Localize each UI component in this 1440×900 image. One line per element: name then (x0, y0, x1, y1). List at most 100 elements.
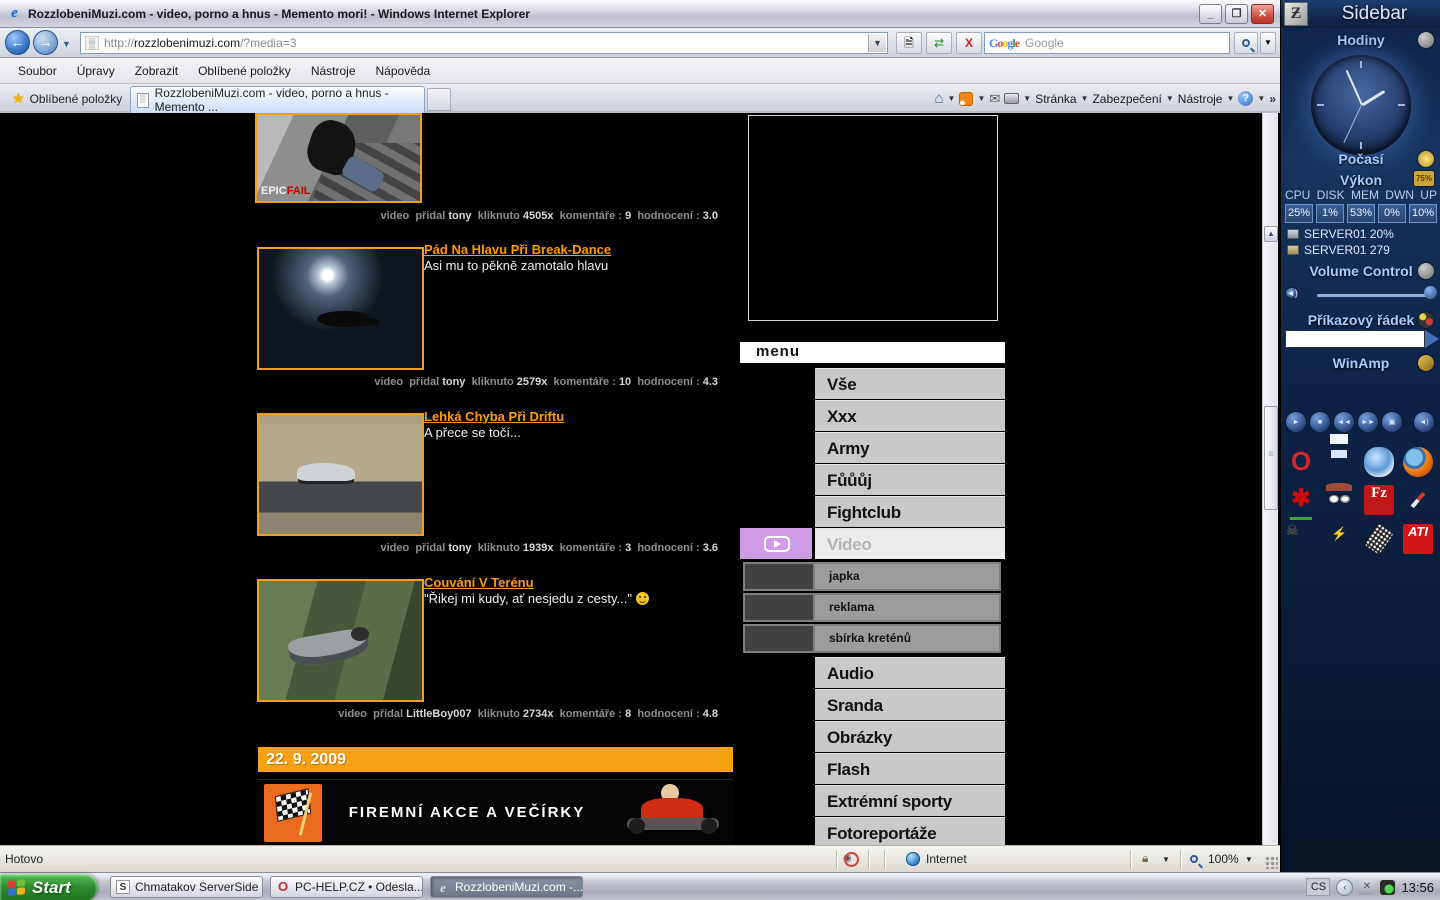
volume-track[interactable] (1317, 294, 1435, 297)
ad-banner[interactable]: FIREMNÍ AKCE A VEČÍRKY (258, 779, 733, 845)
volume-thumb[interactable] (1424, 286, 1437, 299)
resize-grip[interactable] (1265, 856, 1278, 869)
menu-item-fuuuj[interactable]: Fůůůj (815, 464, 1005, 495)
protected-mode-icon[interactable]: 🔒︎ (1142, 851, 1148, 866)
menu-item-audio[interactable]: Audio (815, 657, 1005, 688)
menu-item-xxx[interactable]: Xxx (815, 400, 1005, 431)
submenu-item-reklama[interactable]: reklama (743, 593, 1001, 622)
rss-icon[interactable] (959, 92, 973, 106)
volume-slider[interactable]: ◄) (1285, 283, 1437, 307)
volume-button[interactable]: ◄) (1413, 411, 1435, 433)
clock-gadget-icon[interactable] (1418, 32, 1434, 48)
start-button[interactable]: Start (0, 874, 97, 900)
run-command-icon[interactable] (1425, 330, 1439, 348)
menu-item-vse[interactable]: Vše (815, 368, 1005, 399)
menu-item-video-active[interactable]: Video (815, 528, 1005, 559)
taskbar-clock[interactable]: 13:56 (1401, 880, 1434, 895)
compatibility-view-button[interactable]: 🗎 (896, 32, 922, 54)
weather-sun-icon[interactable] (1418, 151, 1434, 167)
play-button[interactable]: ► (1285, 411, 1307, 433)
print-icon[interactable] (1004, 93, 1019, 104)
tray-app-icon[interactable]: ✕ (1359, 880, 1374, 895)
tab-active[interactable]: ▒ RozzlobeniMuzi.com - video, porno a hn… (130, 86, 425, 113)
menu-soubor[interactable]: Soubor (8, 60, 67, 82)
scrollbar-thumb[interactable] (1264, 406, 1278, 510)
video-title-link[interactable]: Couvání V Terénu (424, 575, 534, 590)
menu-napoveda[interactable]: Nápověda (366, 60, 441, 82)
next-track-button[interactable]: ►► (1357, 411, 1379, 433)
protected-mode-dropdown-icon[interactable]: ▼ (1162, 855, 1170, 864)
forward-button[interactable]: → (33, 30, 58, 55)
mute-button[interactable]: ◄) (1285, 287, 1299, 299)
taskbar-task-rozzlobenimuzi[interactable]: e RozzlobeniMuzi.com -... (430, 876, 583, 898)
minimize-button[interactable]: _ (1199, 4, 1222, 24)
search-options-dropdown-icon[interactable]: ▼ (1260, 32, 1276, 54)
red-lizard-icon[interactable]: ✱ (1286, 485, 1316, 515)
address-dropdown-icon[interactable]: ▼ (868, 34, 886, 52)
previous-track-button[interactable]: ◄◄ (1333, 411, 1355, 433)
zoom-level[interactable]: 100% (1208, 852, 1239, 866)
refresh-button[interactable]: ⇄ (926, 32, 952, 54)
menu-item-flash[interactable]: Flash (815, 753, 1005, 784)
language-indicator[interactable]: CS (1306, 878, 1330, 896)
opera-icon[interactable]: O (1286, 447, 1316, 477)
favorites-button[interactable]: ★ Oblíbené položky (4, 87, 130, 110)
menu-item-extremni-sporty[interactable]: Extrémní sporty (815, 785, 1005, 816)
firefox-icon[interactable] (1403, 447, 1433, 477)
analog-clock[interactable] (1311, 55, 1411, 155)
page-menu-button[interactable]: Stránka (1035, 92, 1076, 106)
tools-menu-button[interactable]: Nástroje (1178, 92, 1223, 106)
filezilla-icon[interactable]: Fz (1364, 485, 1394, 515)
new-tab-button[interactable] (427, 88, 451, 111)
security-menu-button[interactable]: Zabezpečení (1092, 92, 1161, 106)
menu-oblibene-polozky[interactable]: Oblíbené položky (188, 60, 301, 82)
search-input[interactable]: Google Google (984, 32, 1230, 54)
usb-stick-icon[interactable] (1364, 523, 1394, 555)
zoom-icon[interactable] (1190, 852, 1198, 866)
stop-playback-button[interactable]: ■ (1309, 411, 1331, 433)
command-line-input[interactable] (1285, 330, 1425, 348)
privacy-blocked-icon[interactable] (843, 852, 859, 865)
stop-button[interactable]: X (956, 32, 982, 54)
winamp-icon[interactable] (1418, 355, 1434, 371)
zoom-dropdown-icon[interactable]: ▼ (1245, 855, 1253, 864)
close-button[interactable]: ✕ (1251, 4, 1274, 24)
taskbar-task-pchelp[interactable]: O PC-HELP.CZ • Odesla... (270, 876, 423, 898)
print-dropdown-icon[interactable]: ▼ (1023, 94, 1031, 103)
tray-chevron-icon[interactable]: ‹ (1336, 879, 1353, 896)
mail-icon[interactable]: ✉ (989, 91, 1000, 107)
menu-item-fightclub[interactable]: Fightclub (815, 496, 1005, 527)
submenu-item-sbirka-kretenu[interactable]: sbírka kreténů (743, 624, 1001, 653)
menu-zobrazit[interactable]: Zobrazit (125, 60, 188, 82)
menu-item-sranda[interactable]: Sranda (815, 689, 1005, 720)
gem-utility-icon[interactable] (1364, 447, 1394, 477)
menu-upravy[interactable]: Úpravy (67, 60, 125, 82)
menu-item-fotoreportaze[interactable]: Fotoreportáže (815, 817, 1005, 845)
menu-item-army[interactable]: Army (815, 432, 1005, 463)
overflow-chevron-icon[interactable]: » (1269, 92, 1276, 106)
scroll-up-icon[interactable]: ▲ (1264, 226, 1278, 242)
video-title-link[interactable]: Pád Na Hlavu Při Break-Dance (424, 242, 611, 257)
cmd-gadget-icon[interactable] (1418, 312, 1434, 328)
rss-dropdown-icon[interactable]: ▼ (977, 94, 985, 103)
back-button[interactable]: ← (5, 30, 30, 55)
restore-button[interactable]: ❐ (1225, 4, 1248, 24)
volume-gadget-icon[interactable] (1418, 263, 1434, 279)
performance-badge-icon[interactable]: 75% (1414, 171, 1434, 186)
search-button[interactable] (1234, 32, 1258, 54)
submenu-item-japka[interactable]: japka (743, 562, 1001, 591)
video-thumbnail[interactable]: EPICFAIL (255, 113, 422, 203)
tray-status-icon[interactable] (1380, 880, 1395, 895)
menu-item-obrazky[interactable]: Obrázky (815, 721, 1005, 752)
home-icon[interactable]: ⌂ (934, 90, 943, 107)
ati-icon[interactable]: ATI (1403, 524, 1433, 554)
video-thumbnail[interactable] (257, 579, 424, 702)
home-dropdown-icon[interactable]: ▼ (948, 94, 956, 103)
menu-nastroje[interactable]: Nástroje (301, 60, 366, 82)
help-icon[interactable]: ? (1238, 91, 1253, 106)
video-thumbnail[interactable] (257, 413, 424, 536)
vertical-scrollbar[interactable]: ▲ ▼ (1262, 113, 1278, 845)
video-title-link[interactable]: Lehká Chyba Při Driftu (424, 409, 564, 424)
recent-pages-dropdown-icon[interactable]: ▼ (62, 39, 71, 49)
sidebar-logo-icon[interactable]: Ƶ (1284, 2, 1308, 26)
